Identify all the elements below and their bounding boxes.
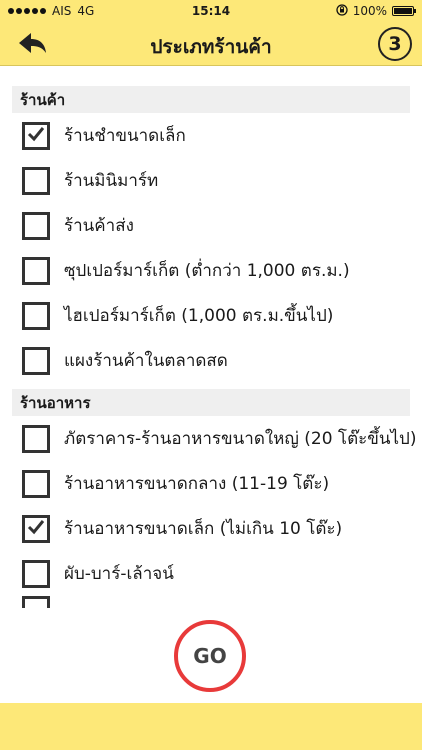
status-left: AIS 4G [8,4,94,18]
list-item[interactable]: ร้านชำขนาดเล็ก [0,113,422,158]
section-header: ร้านค้า [12,86,410,113]
battery-icon [392,6,416,16]
signal-strength-icon [8,8,46,14]
go-button[interactable]: GO [174,620,246,692]
checkbox-checked[interactable] [22,121,50,150]
item-label: ร้านค้าส่ง [64,216,134,236]
checkbox-checked[interactable] [22,514,50,543]
checkbox[interactable] [22,469,50,498]
item-label: ร้านอาหารขนาดเล็ก (ไม่เกิน 10 โต๊ะ) [64,519,343,539]
list-item[interactable]: ร้านค้าส่ง [0,203,422,248]
item-label: ร้านมินิมาร์ท [64,171,159,191]
item-label: ไฮเปอร์มาร์เก็ต (1,000 ตร.ม.ขึ้นไป) [64,306,334,326]
shop-type-list[interactable]: ร้านค้าร้านชำขนาดเล็กร้านมินิมาร์ทร้านค้… [0,80,422,608]
carrier-name: AIS [52,4,72,18]
list-item[interactable]: ร้านอาหารขนาดเล็ก (ไม่เกิน 10 โต๊ะ) [0,506,422,551]
checkmark-icon [26,517,46,541]
item-label: ร้านอาหารขนาดกลาง (11-19 โต๊ะ) [64,474,330,494]
network-type: 4G [77,4,95,18]
checkbox[interactable] [22,559,50,588]
checkbox [22,596,50,608]
battery-percent: 100% [352,4,387,18]
checkbox[interactable] [22,346,50,375]
item-label: ผับ-บาร์-เล้าจน์ [64,564,174,584]
step-number-badge: 3 [378,27,412,61]
section-header: ร้านอาหาร [12,389,410,416]
checkbox[interactable] [22,301,50,330]
item-label: แผงร้านค้าในตลาดสด [64,351,228,371]
checkmark-icon [26,124,46,148]
list-item[interactable]: ซุปเปอร์มาร์เก็ต (ต่ำกว่า 1,000 ตร.ม.) [0,248,422,293]
checkbox[interactable] [22,211,50,240]
list-item[interactable]: ร้านมินิมาร์ท [0,158,422,203]
checkbox[interactable] [22,424,50,453]
checkbox[interactable] [22,256,50,285]
checkbox[interactable] [22,166,50,195]
orientation-lock-icon [336,3,348,19]
list-item[interactable]: ผับ-บาร์-เล้าจน์ [0,551,422,596]
battery-fill [394,8,412,14]
item-label: ภัตราคาร-ร้านอาหารขนาดใหญ่ (20 โต๊ะขึ้นไ… [64,429,417,449]
status-bar: AIS 4G 15:14 100% [0,0,422,22]
list-item[interactable]: แผงร้านค้าในตลาดสด [0,338,422,383]
item-label: ร้านชำขนาดเล็ก [64,126,186,146]
status-right: 100% [336,3,416,19]
list-item-partial [0,596,422,608]
list-item[interactable]: ร้านอาหารขนาดกลาง (11-19 โต๊ะ) [0,461,422,506]
bottom-bar [0,703,422,750]
list-item[interactable]: ภัตราคาร-ร้านอาหารขนาดใหญ่ (20 โต๊ะขึ้นไ… [0,416,422,461]
list-item[interactable]: ไฮเปอร์มาร์เก็ต (1,000 ตร.ม.ขึ้นไป) [0,293,422,338]
item-label: ซุปเปอร์มาร์เก็ต (ต่ำกว่า 1,000 ตร.ม.) [64,261,350,281]
page-title: ประเภทร้านค้า [150,36,272,58]
nav-bar: ประเภทร้านค้า 3 [0,22,422,66]
